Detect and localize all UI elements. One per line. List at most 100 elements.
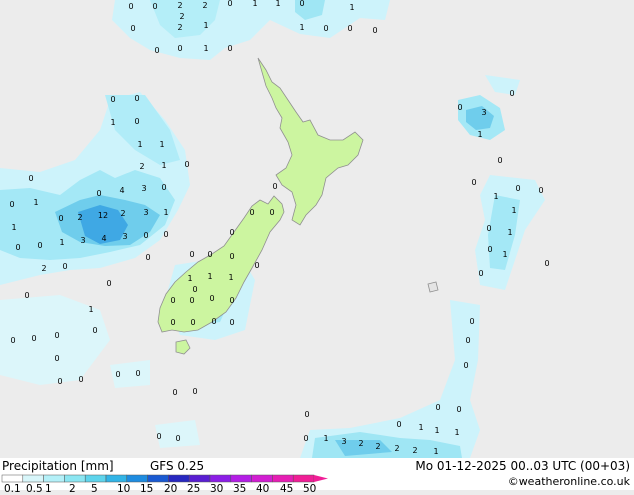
precip-value-label: 0 (10, 336, 15, 345)
precip-value-label: 1 (110, 118, 115, 127)
precip-value-label: 0 (190, 318, 195, 327)
precip-value-label: 0 (57, 377, 62, 386)
precip-value-label: 0 (128, 2, 133, 11)
precip-value-label: 0 (538, 186, 543, 195)
precip-value-label: 1 (203, 21, 208, 30)
precip-value-label: 0 (229, 296, 234, 305)
precip-value-label: 1 (33, 198, 38, 207)
precip-value-label: 0 (471, 178, 476, 187)
precip-value-label: 1 (507, 228, 512, 237)
precip-value-label: 0 (184, 160, 189, 169)
precip-value-label: 1 (349, 3, 354, 12)
precip-value-label: 0 (299, 0, 304, 8)
precip-value-label: 0 (229, 318, 234, 327)
color-scale-tick: 35 (233, 483, 247, 495)
precip-value-label: 0 (227, 0, 232, 8)
precip-value-label: 2 (120, 209, 125, 218)
precip-value-label: 0 (457, 103, 462, 112)
precip-value-label: 2 (177, 1, 182, 10)
precipitation-map: 0022011012021100000100000310111210000430… (0, 0, 634, 458)
precip-value-label: 2 (77, 213, 82, 222)
precip-value-label: 0 (172, 388, 177, 397)
precip-value-label: 0 (227, 44, 232, 53)
color-scale-tick: 10 (117, 483, 131, 495)
precip-value-label: 0 (78, 375, 83, 384)
color-scale-tick: 2 (69, 483, 76, 495)
precip-value-label: 0 (396, 420, 401, 429)
precip-value-label: 0 (211, 317, 216, 326)
precip-value-label: 0 (192, 387, 197, 396)
map-canvas: 0 0 2 2 0 1 1 0 120 2 1 1 0 0 00 0 1 000 0031 011 12 1 0 00 04 30… (0, 0, 634, 458)
precip-value-label: 1 (11, 223, 16, 232)
precip-value-label: 0 (170, 296, 175, 305)
precip-value-label: 2 (41, 264, 46, 273)
precip-value-label: 2 (412, 446, 417, 455)
precip-value-label: 1 (502, 250, 507, 259)
precip-value-label: 0 (177, 44, 182, 53)
precip-value-label: 0 (96, 189, 101, 198)
precip-value-label: 12 (98, 211, 108, 220)
precip-value-label: 1 (252, 0, 257, 8)
precip-value-label: 0 (58, 214, 63, 223)
precip-value-label: 0 (487, 245, 492, 254)
precip-value-label: 0 (347, 24, 352, 33)
precip-value-label: 0 (152, 2, 157, 11)
precip-value-label: 0 (163, 230, 168, 239)
legend-bar: Precipitation [mm] GFS 0.25 Mo 01-12-202… (0, 458, 634, 495)
color-scale-tick: 0.1 (4, 483, 21, 495)
precip-value-label: 0 (303, 434, 308, 443)
precip-value-label: 1 (275, 0, 280, 8)
precip-value-label: 3 (341, 437, 346, 446)
precip-value-label: 1 (161, 161, 166, 170)
precip-value-label: 0 (272, 182, 277, 191)
precip-value-label: 1 (323, 434, 328, 443)
precip-value-label: 3 (481, 108, 486, 117)
precip-value-label: 0 (37, 241, 42, 250)
color-scale-tick: 0.5 (26, 483, 43, 495)
precip-value-label: 4 (119, 186, 124, 195)
color-scale-ticks: 0.1 0.5 1 2 5 10 15 20 25 30 35 40 45 50 (0, 478, 330, 495)
precip-value-label: 0 (135, 369, 140, 378)
credit-link[interactable]: ©weatheronline.co.uk (508, 475, 630, 489)
precip-value-label: 3 (122, 232, 127, 241)
precip-value-label: 1 (163, 208, 168, 217)
precip-value-label: 0 (134, 117, 139, 126)
precip-value-label: 0 (189, 296, 194, 305)
precip-value-label: 0 (509, 89, 514, 98)
precip-value-label: 0 (145, 253, 150, 262)
precip-value-label: 0 (31, 334, 36, 343)
precip-value-label: 1 (418, 423, 423, 432)
precip-value-label: 0 (115, 370, 120, 379)
precip-value-label: 0 (24, 291, 29, 300)
precip-value-label: 0 (175, 434, 180, 443)
precip-value-label: 2 (358, 439, 363, 448)
precip-value-label: 2 (177, 23, 182, 32)
precip-value-label: 2 (179, 12, 184, 21)
precip-value-label: 0 (189, 250, 194, 259)
precip-value-label: 1 (203, 44, 208, 53)
precip-value-label: 0 (497, 156, 502, 165)
precip-value-label: 0 (209, 294, 214, 303)
precip-value-label: 0 (156, 432, 161, 441)
model-name: GFS 0.25 (150, 459, 205, 473)
precip-value-label: 0 (134, 94, 139, 103)
precip-value-label: 0 (435, 403, 440, 412)
precip-value-label: 0 (15, 243, 20, 252)
precip-value-label: 0 (229, 252, 234, 261)
precip-value-label: 2 (202, 1, 207, 10)
precip-value-label: 0 (249, 208, 254, 217)
precip-value-label: 0 (54, 331, 59, 340)
precip-value-label: 0 (106, 279, 111, 288)
color-scale-tick: 15 (140, 483, 154, 495)
precip-value-label: 1 (511, 206, 516, 215)
valid-time: Mo 01-12-2025 00..03 UTC (00+03) (415, 459, 630, 473)
precip-value-label: 0 (62, 262, 67, 271)
precip-value-label: 1 (207, 272, 212, 281)
precip-value-label: 0 (28, 174, 33, 183)
precip-value-label: 1 (434, 426, 439, 435)
precip-value-label: 4 (101, 234, 106, 243)
color-scale-tick: 45 (280, 483, 294, 495)
chatham-islands (427, 281, 439, 293)
precip-value-label: 0 (143, 231, 148, 240)
precip-value-label: 0 (269, 208, 274, 217)
